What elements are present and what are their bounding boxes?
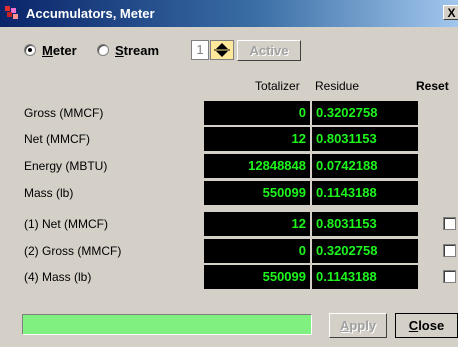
residue-value: 0.3202758 [312, 239, 418, 263]
totalizer-header: Totalizer [255, 79, 300, 93]
row-label: Gross (MMCF) [24, 106, 104, 120]
accumulators-window: Accumulators, Meter X Meter Stream 1 Act… [0, 0, 458, 347]
reset-checkbox[interactable] [443, 244, 456, 257]
stream-spinner[interactable] [210, 40, 234, 60]
stream-radio-label: Stream [115, 42, 160, 58]
app-icon [5, 6, 18, 19]
progress-fill [23, 315, 311, 334]
row-label: Net (MMCF) [24, 132, 90, 146]
table-row: (2) Gross (MMCF) 0 0.3202758 [0, 238, 458, 264]
apply-button[interactable]: Apply [329, 313, 387, 338]
totalizer-value: 12848848 [204, 154, 310, 178]
table-row: (4) Mass (lb) 550099 0.1143188 [0, 264, 458, 290]
meter-radio[interactable]: Meter [24, 42, 77, 58]
totalizer-value: 12 [204, 212, 310, 236]
totalizer-value: 550099 [204, 181, 310, 205]
totalizer-value: 12 [204, 127, 310, 151]
spinner-arrows-icon[interactable] [211, 41, 233, 59]
totalizer-value: 0 [204, 101, 310, 125]
residue-value: 0.8031153 [312, 127, 418, 151]
table-row: Net (MMCF) 12 0.8031153 [0, 126, 458, 152]
table-row: Energy (MBTU) 12848848 0.0742188 [0, 153, 458, 179]
window-title: Accumulators, Meter [26, 6, 155, 21]
table-row: Mass (lb) 550099 0.1143188 [0, 180, 458, 206]
progress-bar [22, 314, 312, 335]
row-label: (2) Gross (MMCF) [24, 244, 122, 258]
reset-header: Reset [416, 79, 449, 93]
row-label: (4) Mass (lb) [24, 270, 92, 284]
row-label: (1) Net (MMCF) [24, 217, 108, 231]
meter-radio-indicator[interactable] [24, 44, 36, 56]
stream-radio-indicator[interactable] [97, 44, 109, 56]
residue-value: 0.1143188 [312, 181, 418, 205]
reset-checkbox[interactable] [443, 217, 456, 230]
meter-radio-label: Meter [42, 42, 77, 58]
table-row: Gross (MMCF) 0 0.3202758 [0, 100, 458, 126]
stream-number-input[interactable]: 1 [191, 40, 209, 60]
reset-checkbox[interactable] [443, 270, 456, 283]
close-button[interactable]: Close [395, 313, 458, 338]
residue-value: 0.1143188 [312, 265, 418, 289]
residue-value: 0.8031153 [312, 212, 418, 236]
residue-value: 0.0742188 [312, 154, 418, 178]
active-button[interactable]: Active [237, 40, 301, 61]
stream-radio[interactable]: Stream [97, 42, 159, 58]
totalizer-value: 0 [204, 239, 310, 263]
title-bar[interactable]: Accumulators, Meter X [0, 0, 458, 27]
row-label: Energy (MBTU) [24, 159, 108, 173]
residue-value: 0.3202758 [312, 101, 418, 125]
residue-header: Residue [315, 79, 360, 93]
row-label: Mass (lb) [24, 186, 74, 200]
close-icon[interactable]: X [443, 5, 458, 20]
totalizer-value: 550099 [204, 265, 310, 289]
table-row: (1) Net (MMCF) 12 0.8031153 [0, 211, 458, 237]
